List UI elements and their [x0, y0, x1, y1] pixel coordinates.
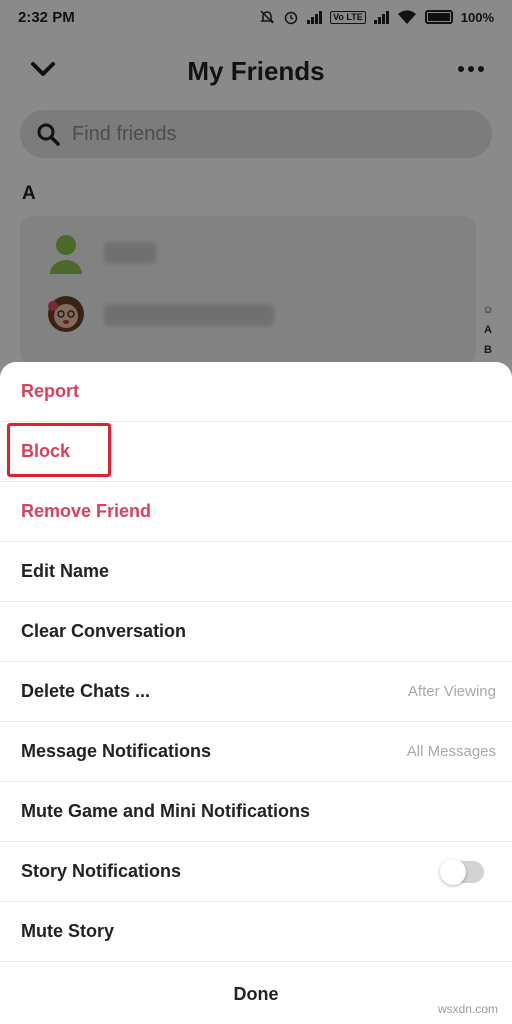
remove-friend-label: Remove Friend	[21, 501, 152, 521]
clear-conversation-button[interactable]: Clear Conversation	[0, 602, 512, 662]
delete-chats-button[interactable]: Delete Chats ... After Viewing	[0, 662, 512, 722]
toggle-knob	[440, 858, 466, 885]
done-label: Done	[233, 983, 279, 1004]
report-label: Report	[21, 381, 79, 401]
mute-game-label: Mute Game and Mini Notifications	[21, 801, 311, 821]
delete-chats-label: Delete Chats ...	[21, 681, 151, 701]
friend-action-sheet: Report Block Remove Friend Edit Name Cle…	[0, 362, 512, 1024]
mute-game-notifications-button[interactable]: Mute Game and Mini Notifications	[0, 782, 512, 842]
mute-story-button[interactable]: Mute Story	[0, 902, 512, 962]
remove-friend-button[interactable]: Remove Friend	[0, 482, 512, 542]
message-notifications-value: All Messages	[406, 743, 496, 760]
story-notifications-label: Story Notifications	[21, 861, 182, 881]
message-notifications-button[interactable]: Message Notifications All Messages	[0, 722, 512, 782]
report-button[interactable]: Report	[0, 362, 512, 422]
block-highlight-annotation	[7, 423, 111, 477]
story-notifications-toggle[interactable]	[440, 858, 484, 885]
clear-conversation-label: Clear Conversation	[21, 621, 187, 641]
message-notifications-label: Message Notifications	[21, 741, 212, 761]
delete-chats-value: After Viewing	[407, 683, 496, 700]
story-notifications-row: Story Notifications	[0, 842, 512, 902]
edit-name-button[interactable]: Edit Name	[0, 542, 512, 602]
done-button[interactable]: Done	[0, 964, 512, 1024]
mute-story-label: Mute Story	[21, 921, 115, 941]
edit-name-label: Edit Name	[21, 561, 110, 581]
watermark: wsxdn.com	[437, 1002, 498, 1016]
